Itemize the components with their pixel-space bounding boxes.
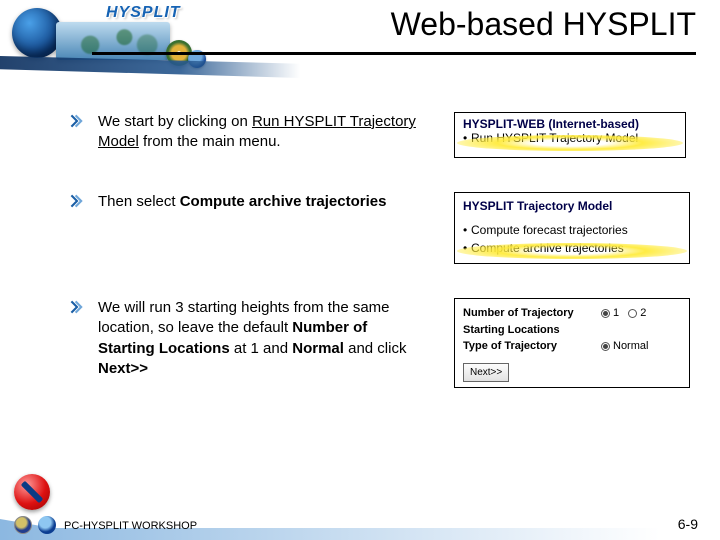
chevrons-icon <box>70 300 84 314</box>
b3-mid2: and click <box>344 340 407 357</box>
b3-mid: at 1 and <box>230 340 293 357</box>
bullet-row-3: We will run 3 starting heights from the … <box>70 298 700 388</box>
bullet-text-1: We start by clicking on Run HYSPLIT Traj… <box>98 112 418 153</box>
shot3-table: Number of Trajectory Starting Locations … <box>463 305 681 355</box>
footer-label: PC-HYSPLIT WORKSHOP <box>64 520 197 532</box>
shot3-row2-label: Type of Trajectory <box>463 338 601 355</box>
stop-sign-icon <box>14 474 50 510</box>
bullet-row-2: Then select Compute archive trajectories… <box>70 192 700 264</box>
shot2-archive-link[interactable]: Compute archive trajectories <box>463 239 681 257</box>
b1-pre: We start by clicking on <box>98 113 252 130</box>
chevrons-icon <box>70 114 84 128</box>
chevrons-icon <box>70 194 84 208</box>
shot2-caption: HYSPLIT Trajectory Model <box>463 197 681 215</box>
screenshot-3-col: Number of Trajectory Starting Locations … <box>418 298 700 388</box>
screenshot-1-col: HYSPLIT-WEB (Internet-based) Run HYSPLIT… <box>418 112 700 158</box>
bullet-text-2: Then select Compute archive trajectories <box>98 192 418 212</box>
shot1-caption: HYSPLIT-WEB (Internet-based) <box>463 117 677 131</box>
shot3-row1-label: Number of Trajectory Starting Locations <box>463 305 601 338</box>
bullet-icon <box>70 192 98 208</box>
radio-1[interactable] <box>601 309 610 318</box>
b2-pre: Then select <box>98 193 180 210</box>
screenshot-1: HYSPLIT-WEB (Internet-based) Run HYSPLIT… <box>454 112 686 158</box>
radio-normal[interactable] <box>601 342 610 351</box>
bullet-row-1: We start by clicking on Run HYSPLIT Traj… <box>70 112 700 158</box>
noaa-globe-icon <box>12 8 62 58</box>
shot3-row2-opts: Normal <box>601 338 681 355</box>
bullet-text-3: We will run 3 starting heights from the … <box>98 298 418 379</box>
screenshot-2: HYSPLIT Trajectory Model Compute forecas… <box>454 192 690 264</box>
table-row: Number of Trajectory Starting Locations … <box>463 305 681 338</box>
page-title: Web-based HYSPLIT <box>391 6 696 43</box>
table-row: Type of Trajectory Normal <box>463 338 681 355</box>
slide: HYSPLIT Web-based HYSPLIT We start by cl… <box>0 0 720 540</box>
page-number: 6-9 <box>678 516 698 532</box>
shot2-forecast-link[interactable]: Compute forecast trajectories <box>463 221 681 239</box>
b3-bold3: Next>> <box>98 360 148 377</box>
b1-post: from the main menu. <box>139 133 281 150</box>
header: HYSPLIT Web-based HYSPLIT <box>0 0 720 88</box>
screenshot-3: Number of Trajectory Starting Locations … <box>454 298 690 388</box>
next-button[interactable]: Next>> <box>463 363 509 382</box>
bullet-icon <box>70 298 98 314</box>
title-rule <box>92 52 696 55</box>
footer: PC-HYSPLIT WORKSHOP 6-9 <box>0 476 720 540</box>
content: We start by clicking on Run HYSPLIT Traj… <box>70 112 700 388</box>
noaa-seal-icon <box>38 516 56 534</box>
opt-1: 1 <box>613 307 619 319</box>
screenshot-2-col: HYSPLIT Trajectory Model Compute forecas… <box>418 192 700 264</box>
b3-bold2: Normal <box>292 340 344 357</box>
bullet-icon <box>70 112 98 128</box>
opt-normal: Normal <box>613 340 648 352</box>
b2-bold: Compute archive trajectories <box>180 193 387 210</box>
opt-2: 2 <box>640 307 646 319</box>
radio-2[interactable] <box>628 309 637 318</box>
hysplit-logo-label: HYSPLIT <box>106 4 181 22</box>
shot1-item[interactable]: Run HYSPLIT Trajectory Model <box>463 131 677 145</box>
dept-seal-icon <box>14 516 32 534</box>
shot3-row1-opts: 1 2 <box>601 305 681 338</box>
